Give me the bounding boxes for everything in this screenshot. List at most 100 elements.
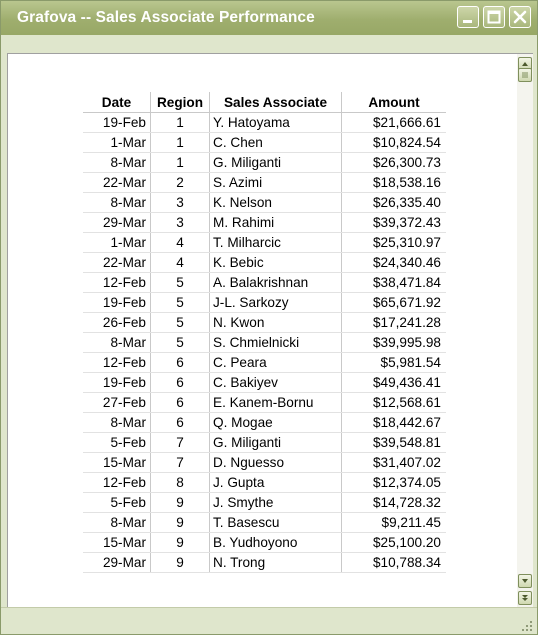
cell-amount: $65,671.92 (341, 292, 446, 313)
cell-date: 5-Feb (83, 432, 151, 453)
table-row[interactable]: 8-Mar 6 Q. Mogae $18,442.67 (83, 412, 446, 433)
table-row[interactable]: 15-Mar 9 B. Yudhoyono $25,100.20 (83, 532, 446, 553)
cell-date: 15-Mar (83, 452, 151, 473)
cell-region: 5 (150, 332, 210, 353)
cell-region: 2 (150, 172, 210, 193)
cell-associate: J. Gupta (209, 472, 342, 493)
cell-associate: T. Milharcic (209, 232, 342, 253)
cell-associate: B. Yudhoyono (209, 532, 342, 553)
cell-amount: $5,981.54 (341, 352, 446, 373)
cell-date: 1-Mar (83, 132, 151, 153)
column-header-region[interactable]: Region (150, 92, 210, 113)
minimize-button[interactable] (457, 6, 479, 28)
table-row[interactable]: 5-Feb 7 G. Miliganti $39,548.81 (83, 432, 446, 453)
cell-amount: $10,824.54 (341, 132, 446, 153)
cell-date: 5-Feb (83, 492, 151, 513)
table-row[interactable]: 19-Feb 6 C. Bakiyev $49,436.41 (83, 372, 446, 393)
table-row[interactable]: 5-Feb 9 J. Smythe $14,728.32 (83, 492, 446, 513)
cell-date: 19-Feb (83, 112, 151, 133)
cell-region: 9 (150, 512, 210, 533)
table-row[interactable]: 8-Mar 3 K. Nelson $26,335.40 (83, 192, 446, 213)
cell-amount: $49,436.41 (341, 372, 446, 393)
cell-amount: $10,788.34 (341, 552, 446, 573)
cell-associate: S. Azimi (209, 172, 342, 193)
cell-amount: $38,471.84 (341, 272, 446, 293)
cell-associate: M. Rahimi (209, 212, 342, 233)
table-row[interactable]: 12-Feb 8 J. Gupta $12,374.05 (83, 472, 446, 493)
cell-date: 12-Feb (83, 272, 151, 293)
table-row[interactable]: 19-Feb 1 Y. Hatoyama $21,666.61 (83, 112, 446, 133)
column-header-associate[interactable]: Sales Associate (209, 92, 342, 113)
scroll-down-arrow-icon (522, 579, 528, 583)
cell-region: 6 (150, 412, 210, 433)
cell-date: 1-Mar (83, 232, 151, 253)
cell-date: 26-Feb (83, 312, 151, 333)
scroll-to-end-icon (522, 595, 528, 601)
cell-associate: N. Kwon (209, 312, 342, 333)
table-row[interactable]: 12-Feb 5 A. Balakrishnan $38,471.84 (83, 272, 446, 293)
cell-associate: J-L. Sarkozy (209, 292, 342, 313)
table-row[interactable]: 22-Mar 2 S. Azimi $18,538.16 (83, 172, 446, 193)
cell-date: 8-Mar (83, 412, 151, 433)
cell-associate: D. Nguesso (209, 452, 342, 473)
close-icon (513, 10, 527, 24)
table-row[interactable]: 29-Mar 3 M. Rahimi $39,372.43 (83, 212, 446, 233)
table-row[interactable]: 1-Mar 1 C. Chen $10,824.54 (83, 132, 446, 153)
cell-region: 3 (150, 212, 210, 233)
table-row[interactable]: 22-Mar 4 K. Bebic $24,340.46 (83, 252, 446, 273)
cell-amount: $31,407.02 (341, 452, 446, 473)
cell-associate: Q. Mogae (209, 412, 342, 433)
cell-date: 15-Mar (83, 532, 151, 553)
cell-date: 27-Feb (83, 392, 151, 413)
cell-date: 8-Mar (83, 332, 151, 353)
toolbar-strip (1, 35, 537, 53)
cell-date: 29-Mar (83, 212, 151, 233)
cell-amount: $17,241.28 (341, 312, 446, 333)
scroll-to-end-button[interactable] (518, 591, 532, 605)
scroll-down-button[interactable] (518, 574, 532, 588)
table-row[interactable]: 8-Mar 1 G. Miliganti $26,300.73 (83, 152, 446, 173)
cell-associate: Y. Hatoyama (209, 112, 342, 133)
table-row[interactable]: 26-Feb 5 N. Kwon $17,241.28 (83, 312, 446, 333)
cell-date: 8-Mar (83, 512, 151, 533)
table-row[interactable]: 15-Mar 7 D. Nguesso $31,407.02 (83, 452, 446, 473)
cell-date: 29-Mar (83, 552, 151, 573)
minimize-icon (463, 20, 472, 23)
table-row[interactable]: 1-Mar 4 T. Milharcic $25,310.97 (83, 232, 446, 253)
close-button[interactable] (509, 6, 531, 28)
cell-date: 19-Feb (83, 372, 151, 393)
cell-amount: $25,100.20 (341, 532, 446, 553)
table-row[interactable]: 19-Feb 5 J-L. Sarkozy $65,671.92 (83, 292, 446, 313)
cell-region: 6 (150, 352, 210, 373)
scroll-thumb[interactable] (518, 68, 532, 82)
cell-date: 8-Mar (83, 192, 151, 213)
cell-amount: $39,995.98 (341, 332, 446, 353)
cell-associate: G. Miliganti (209, 152, 342, 173)
maximize-icon (487, 10, 501, 24)
table-row[interactable]: 29-Mar 9 N. Trong $10,788.34 (83, 552, 446, 573)
cell-region: 5 (150, 292, 210, 313)
table-row[interactable]: 8-Mar 5 S. Chmielnicki $39,995.98 (83, 332, 446, 353)
table-row[interactable]: 12-Feb 6 C. Peara $5,981.54 (83, 352, 446, 373)
sales-table: Date Region Sales Associate Amount 19-Fe… (83, 92, 446, 573)
resize-grip-icon[interactable] (521, 620, 533, 632)
column-header-date[interactable]: Date (83, 92, 151, 113)
table-row[interactable]: 27-Feb 6 E. Kanem-Bornu $12,568.61 (83, 392, 446, 413)
cell-region: 9 (150, 552, 210, 573)
cell-amount: $26,300.73 (341, 152, 446, 173)
cell-date: 8-Mar (83, 152, 151, 173)
thumb-grip-icon (522, 72, 528, 78)
table-row[interactable]: 8-Mar 9 T. Basescu $9,211.45 (83, 512, 446, 533)
cell-associate: E. Kanem-Bornu (209, 392, 342, 413)
column-header-amount[interactable]: Amount (341, 92, 446, 113)
cell-region: 5 (150, 272, 210, 293)
maximize-button[interactable] (483, 6, 505, 28)
vertical-scrollbar[interactable] (517, 53, 533, 607)
cell-region: 4 (150, 252, 210, 273)
title-bar[interactable]: Grafova -- Sales Associate Performance (1, 1, 537, 35)
table-header-row: Date Region Sales Associate Amount (83, 92, 446, 113)
cell-region: 6 (150, 372, 210, 393)
window-title: Grafova -- Sales Associate Performance (17, 9, 315, 26)
cell-region: 9 (150, 532, 210, 553)
cell-amount: $26,335.40 (341, 192, 446, 213)
